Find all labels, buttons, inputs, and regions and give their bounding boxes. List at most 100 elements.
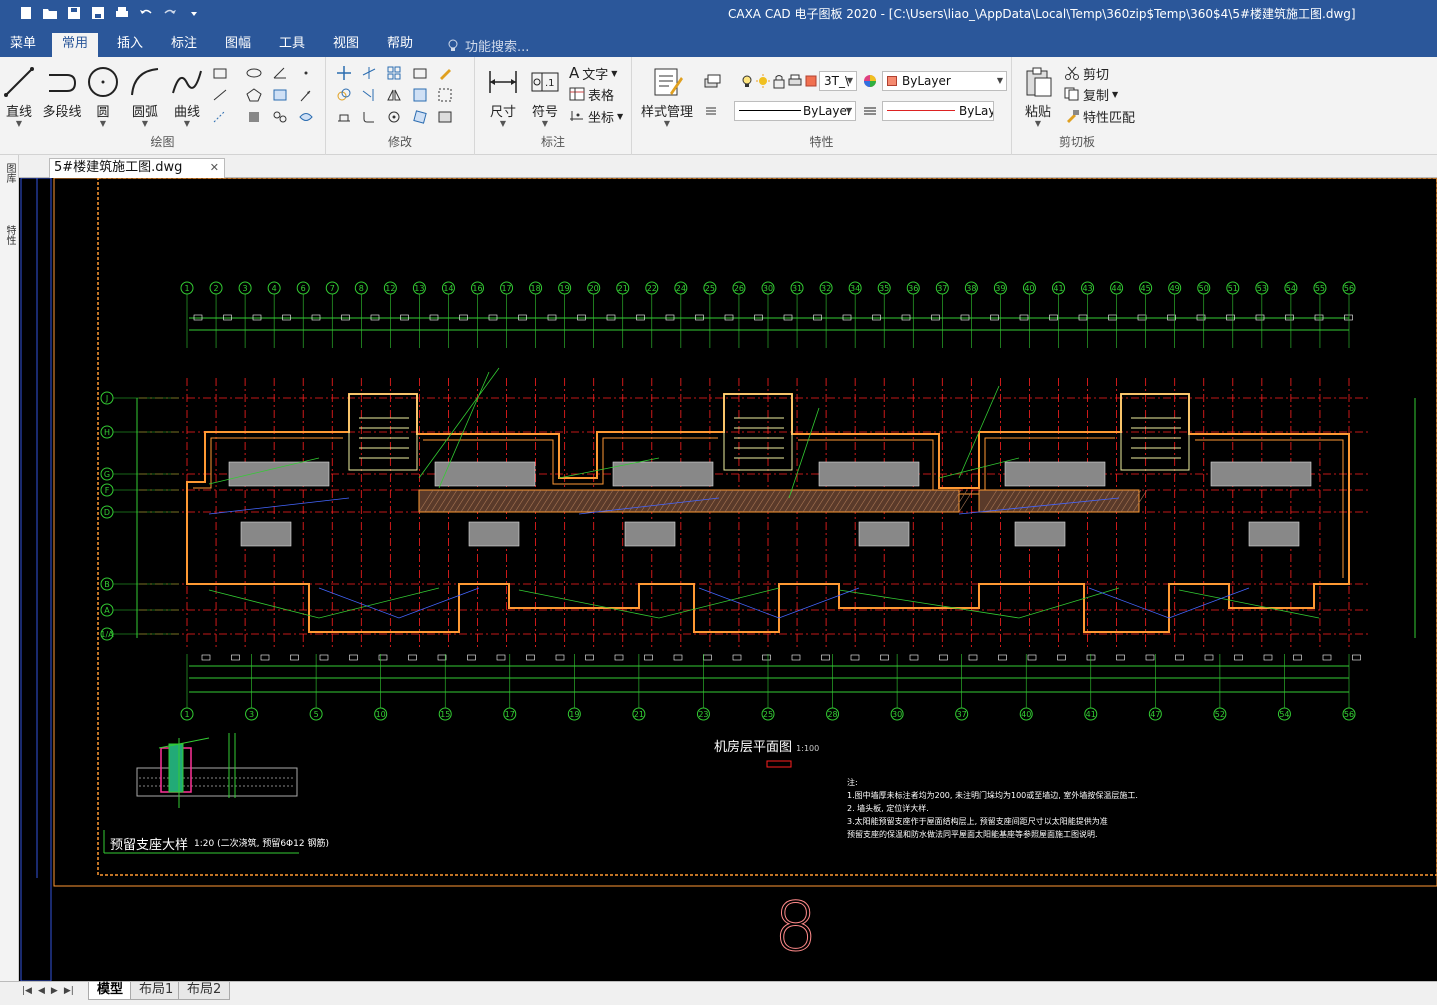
move-icon[interactable] <box>334 63 354 83</box>
palette-tab-properties[interactable]: 特性 <box>2 225 17 245</box>
save-as-icon[interactable] <box>86 4 110 22</box>
svg-text:4: 4 <box>272 284 277 293</box>
axis-bubble-top: 7 <box>325 281 339 348</box>
axis-bubble-top: 16 <box>471 281 484 348</box>
fillet-icon[interactable] <box>359 107 379 127</box>
rotate-icon[interactable] <box>384 107 404 127</box>
color-dropdown[interactable]: ByLayer ▼ <box>882 71 1007 91</box>
angle-line-icon[interactable] <box>270 63 290 83</box>
stretch-icon[interactable] <box>435 85 455 105</box>
parallel-line-icon[interactable] <box>210 107 230 127</box>
close-tab-icon[interactable]: ✕ <box>210 159 219 177</box>
lineweight-preview <box>887 110 955 111</box>
layer-manager-icon[interactable] <box>702 71 722 91</box>
document-tab[interactable]: 5#楼建筑施工图.dwg ✕ <box>49 158 225 178</box>
layout-tab-layout2[interactable]: 布局2 <box>178 982 231 1000</box>
tab-sheet[interactable]: 图幅 <box>215 33 261 57</box>
dimension-button[interactable]: 尺寸 ▼ <box>481 63 525 128</box>
new-file-icon[interactable] <box>14 4 38 22</box>
layer-list-icon[interactable] <box>702 101 722 121</box>
hatch-icon[interactable] <box>270 85 290 105</box>
ellipse-icon[interactable] <box>244 63 264 83</box>
style-manager-button[interactable]: 样式管理 ▼ <box>638 63 696 128</box>
symbol-button[interactable]: .1 符号 ▼ <box>523 63 567 128</box>
customize-toolbar-icon[interactable] <box>182 4 206 22</box>
prev-layout-icon[interactable]: ◀ <box>38 986 45 996</box>
lineweight-dropdown[interactable]: ByLay <box>882 101 994 121</box>
rectangle-icon[interactable] <box>210 63 230 83</box>
svg-text:J: J <box>105 394 108 403</box>
trim-icon[interactable] <box>359 63 379 83</box>
section-lines <box>208 497 1250 619</box>
table-region-icon[interactable] <box>296 107 316 127</box>
axis-bubble-top: 32 <box>819 281 833 348</box>
scale-icon[interactable] <box>410 63 430 83</box>
axis-bubble-top: 2 <box>209 281 223 348</box>
curve-icon <box>172 70 202 94</box>
tab-common[interactable]: 常用 <box>52 33 99 57</box>
lineweight-icon[interactable] <box>860 101 880 121</box>
pointer-icon[interactable] <box>296 85 316 105</box>
layout-tab-layout1[interactable]: 布局1 <box>130 982 183 1000</box>
group-properties-label: 特性 <box>809 135 834 149</box>
tab-menu[interactable]: 菜单 <box>0 33 46 57</box>
copy-button[interactable]: 复制 ▼ <box>1064 84 1118 104</box>
explode-icon[interactable] <box>334 107 354 127</box>
svg-text:51: 51 <box>1228 284 1238 293</box>
mirror-icon[interactable] <box>384 85 404 105</box>
tab-tools[interactable]: 工具 <box>269 33 315 57</box>
copy-object-icon[interactable] <box>334 85 354 105</box>
print-icon[interactable] <box>110 4 134 22</box>
note-line: 2. 墙头板, 定位详大样. <box>847 804 929 813</box>
tab-view[interactable]: 视图 <box>323 33 369 57</box>
axis-bubble-top: 8 <box>354 281 368 348</box>
axis-bubble-top: 14 <box>441 281 455 348</box>
paste-button[interactable]: 粘贴 ▼ <box>1016 63 1060 128</box>
save-icon[interactable] <box>62 4 86 22</box>
group-clipboard-label: 剪切板 <box>1058 135 1095 149</box>
erase-icon[interactable] <box>435 107 455 127</box>
plan-scale: 1:100 <box>796 744 820 753</box>
layer-dropdown[interactable]: 3T_\ ▼ <box>819 71 857 91</box>
coordinate-button[interactable]: 坐标 ▼ <box>569 106 623 126</box>
break-icon[interactable] <box>410 107 430 127</box>
point-icon[interactable] <box>296 63 316 83</box>
layer-color-icon[interactable] <box>801 71 821 91</box>
last-layout-icon[interactable]: ▶| <box>64 986 74 996</box>
open-file-icon[interactable] <box>38 4 62 22</box>
text-button[interactable]: A 文字 ▼ <box>569 63 617 83</box>
line-button[interactable]: 直线 ▼ <box>0 63 41 128</box>
fill-icon[interactable] <box>244 107 264 127</box>
next-layout-icon[interactable]: ▶ <box>51 986 58 996</box>
offset-icon[interactable] <box>410 85 430 105</box>
plan-title: 机房层平面图 1:100 <box>714 740 820 755</box>
palette-tab-library[interactable]: 图库 <box>2 163 17 183</box>
axis-bubble-top: 6 <box>296 281 310 348</box>
first-layout-icon[interactable]: |◀ <box>22 986 32 996</box>
polyline-button[interactable]: 多段线 <box>39 63 85 120</box>
polygon-icon[interactable] <box>244 85 264 105</box>
edit-pen-icon[interactable] <box>435 63 455 83</box>
match-properties-button[interactable]: 特性匹配 <box>1064 106 1135 126</box>
tab-help[interactable]: 帮助 <box>377 33 423 57</box>
color-wheel-icon[interactable] <box>860 71 880 91</box>
table-button[interactable]: 表格 <box>569 84 614 104</box>
array-icon[interactable] <box>384 63 404 83</box>
tab-annotate[interactable]: 标注 <box>161 33 207 57</box>
table-icon <box>569 87 585 101</box>
layout-tab-model[interactable]: 模型 <box>88 982 133 1000</box>
drawing-canvas[interactable]: 1 2 3 4 6 7 8 12 13 14 16 17 18 19 20 21 22 24 25 26 30 31 32 3… <box>19 178 1437 981</box>
extend-icon[interactable] <box>359 85 379 105</box>
tab-insert[interactable]: 插入 <box>107 33 153 57</box>
arc-button[interactable]: 圆弧 ▼ <box>123 63 167 128</box>
centerline-icon[interactable] <box>210 85 230 105</box>
function-search[interactable]: 功能搜索... <box>447 36 529 55</box>
top-axis-bubbles: 1 2 3 4 6 7 8 12 13 14 16 17 18 19 20 21 22 24 25 26 30 31 32 3… <box>180 281 1356 348</box>
undo-icon[interactable] <box>134 4 158 22</box>
circle-button[interactable]: 圆 ▼ <box>81 63 125 128</box>
cloud-icon[interactable] <box>270 107 290 127</box>
redo-icon[interactable] <box>158 4 182 22</box>
cut-button[interactable]: 剪切 <box>1064 63 1109 83</box>
linetype-dropdown[interactable]: ByLayer ▼ <box>734 101 856 121</box>
curve-button[interactable]: 曲线 ▼ <box>165 63 209 128</box>
